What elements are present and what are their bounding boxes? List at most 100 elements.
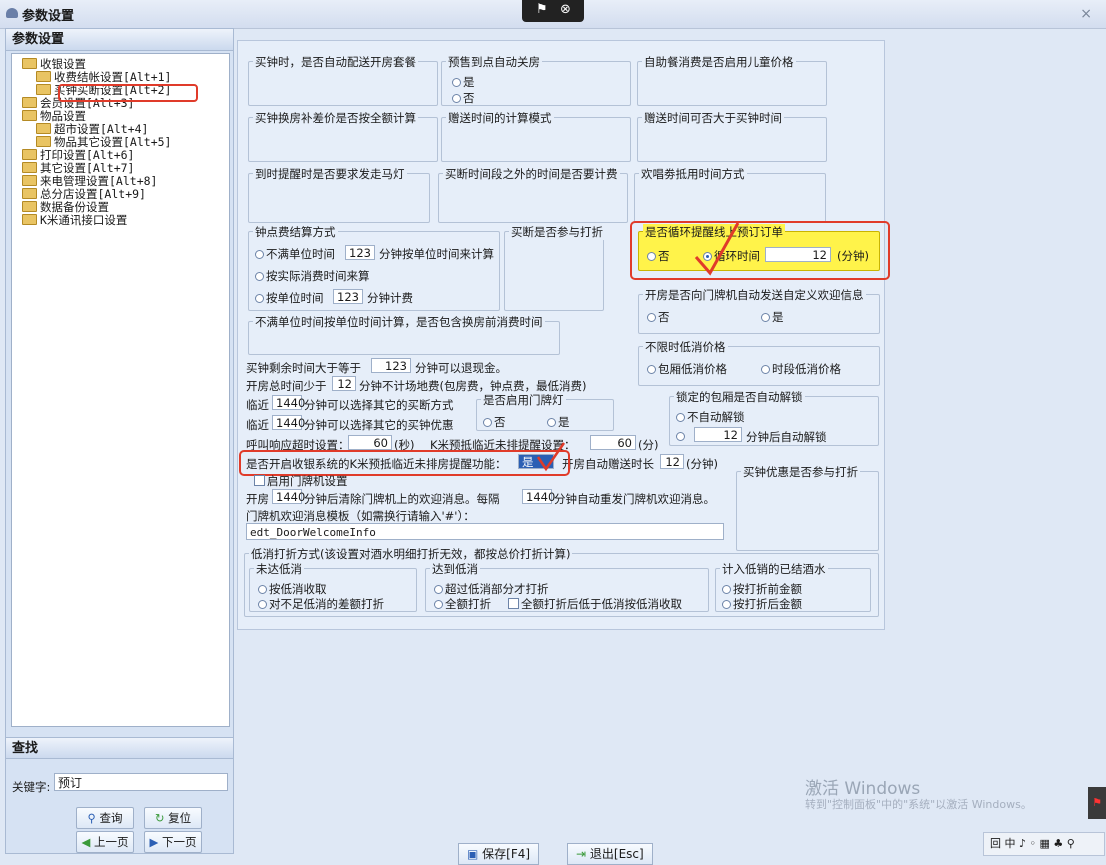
app-icon <box>6 8 18 18</box>
buyclock-near-input[interactable]: 1440 <box>272 415 305 430</box>
doorplate-resend-suffix: 分钟自动重发门牌机欢迎消息。 <box>554 492 715 506</box>
group-discount-mode: 低消打折方式(该设置对酒水明细打折无效，都按总价打折计算) 未达低消 按低消收取… <box>244 546 879 617</box>
radio-after-discount[interactable]: 按打折后金额 <box>722 596 802 612</box>
kmi-remind-input[interactable]: 60 <box>590 435 636 450</box>
save-icon: ▣ <box>467 847 479 861</box>
doorplate-clear-label: 开房 <box>246 492 269 506</box>
exit-button[interactable]: ⇥ 退出[Esc] <box>567 843 653 865</box>
settings-tree[interactable]: 收银设置 收费结帐设置[Alt+1] 买钟买断设置[Alt+2] 会员设置[Al… <box>11 53 230 727</box>
gift-duration-input[interactable]: 12 <box>660 454 684 469</box>
welcome-template-label: 门牌机欢迎消息模板（如需换行请输入'#'）： <box>246 509 475 523</box>
refresh-icon: ↻ <box>154 811 165 825</box>
buyout-near-label: 临近 <box>246 398 269 412</box>
recording-widget[interactable]: ⚑ ⊗ <box>522 0 584 22</box>
arrow-right-icon: ▶ <box>149 835 159 849</box>
query-button[interactable]: ⚲ 查询 <box>76 807 134 829</box>
stop-icon[interactable]: ⊗ <box>560 2 571 17</box>
radio-hour-fee-3[interactable]: 按单位时间 <box>255 290 324 306</box>
folder-icon <box>22 149 37 160</box>
radio-welcome-yes[interactable]: 是 <box>761 309 784 325</box>
group-hour-fee: 钟点费结算方式 不满单位时间 123 分钟按单位时间来计算 按实际消费时间来算 … <box>248 224 500 311</box>
group-auto-package: 买钟时，是否自动配送开房套餐 <box>248 54 438 106</box>
folder-icon <box>22 175 37 186</box>
radio-period-min-price[interactable]: 时段低消价格 <box>761 361 841 377</box>
radio-room-min-price[interactable]: 包厢低消价格 <box>647 361 727 377</box>
group-min-price: 不限时低消价格 包厢低消价格 时段低消价格 <box>638 339 880 386</box>
prev-page-button[interactable]: ◀ 上一页 <box>76 831 134 853</box>
doorplate-resend-input[interactable]: 1440 <box>522 489 555 504</box>
group-doorplate-welcome: 开房是否向门牌机自动发送自定义欢迎信息 否 是 <box>638 287 880 334</box>
gift-duration-label: 开房自动赠送时长 <box>562 457 654 471</box>
search-icon: ⚲ <box>87 811 96 825</box>
group-presale-close: 预售到点自动关房 是 否 <box>441 54 631 106</box>
flag-icon[interactable]: ⚑ <box>536 2 548 17</box>
next-page-button[interactable]: ▶ 下一页 <box>144 831 202 853</box>
radio-discount-diff[interactable]: 对不足低消的差额打折 <box>258 596 384 612</box>
folder-icon <box>22 214 37 225</box>
hour-fee-unit-input[interactable]: 123 <box>345 245 375 260</box>
radio-yes[interactable]: 是 <box>452 74 475 90</box>
buyout-near-suffix: 分钟可以选择其它的买断方式 <box>304 398 454 412</box>
flag-icon-side[interactable]: ⚑ <box>1088 787 1106 819</box>
radio-door-light-no[interactable]: 否 <box>483 414 506 430</box>
folder-icon <box>22 110 37 121</box>
exit-icon: ⇥ <box>576 847 587 861</box>
group-gift-time-mode: 赠送时间的计算模式 <box>441 110 631 162</box>
radio-no-unlock[interactable]: 不自动解锁 <box>676 409 745 425</box>
buyout-near-input[interactable]: 1440 <box>272 395 305 410</box>
full-discount-min-checkbox[interactable]: 全额打折后低于低消按低消收取 <box>508 596 682 612</box>
left-panel: 参数设置 收银设置 收费结帐设置[Alt+1] 买钟买断设置[Alt+2] 会员… <box>5 28 234 854</box>
refund-minutes-input[interactable]: 123 <box>371 358 411 373</box>
settings-panel: 买钟时，是否自动配送开房套餐 预售到点自动关房 是 否 自助餐消费是否启用儿童价… <box>237 40 890 630</box>
min-open-input[interactable]: 12 <box>332 376 356 391</box>
annotation-box-reservation <box>630 221 890 280</box>
folder-icon <box>22 58 37 69</box>
hour-fee-3-suffix: 分钟计费 <box>367 291 413 305</box>
folder-icon <box>36 84 51 95</box>
enable-doorplate-checkbox[interactable]: 启用门牌机设置 <box>254 473 348 489</box>
group-door-light: 是否启用门牌灯 否 是 <box>476 392 614 431</box>
ime-taskbar[interactable]: 回 中 ♪ ◦ ▦ ♣ ⚲ <box>983 832 1105 856</box>
group-gift-gt-buy: 赠送时间可否大于买钟时间 <box>637 110 827 162</box>
keyword-label: 关键字: <box>12 780 51 794</box>
radio-charge-min[interactable]: 按低消收取 <box>258 581 327 597</box>
group-outside-period: 买断时间段之外的时间是否要计费 <box>438 166 628 223</box>
activation-watermark-text: 转到"控制面板"中的"系统"以激活 Windows。 <box>805 798 1032 811</box>
window-title: 参数设置 <box>22 9 75 24</box>
folder-icon <box>22 188 37 199</box>
radio-hour-fee-2[interactable]: 按实际消费时间来算 <box>255 268 370 284</box>
group-buyout-discount: 买断是否参与打折 <box>504 224 605 311</box>
reset-button[interactable]: ↻ 复位 <box>144 807 202 829</box>
doorplate-clear-input[interactable]: 1440 <box>272 489 305 504</box>
radio-welcome-no[interactable]: 否 <box>647 309 670 325</box>
search-header: 查找 <box>6 737 233 759</box>
hour-fee-unit-input-2[interactable]: 123 <box>333 289 363 304</box>
radio-auto-unlock[interactable] <box>676 429 687 443</box>
refund-label: 买钟剩余时间大于等于 <box>246 361 361 375</box>
annotation-box-tree <box>58 84 198 102</box>
group-auto-unlock: 锁定的包厢是否自动解锁 不自动解锁 12 分钟后自动解锁 <box>669 389 879 446</box>
radio-over-min-discount[interactable]: 超过低消部分才打折 <box>434 581 549 597</box>
group-buyclock-discount: 买钟优惠是否参与打折 <box>736 464 879 551</box>
call-timeout-input[interactable]: 60 <box>348 435 392 450</box>
close-icon[interactable]: × <box>1080 6 1092 22</box>
group-marquee: 到时提醒时是否要求发走马灯 <box>248 166 430 223</box>
folder-icon <box>36 136 51 147</box>
folder-icon <box>22 162 37 173</box>
kmi-remind-unit: (分) <box>638 438 659 452</box>
folder-icon <box>36 71 51 82</box>
radio-full-discount[interactable]: 全额打折 <box>434 596 491 612</box>
group-room-change: 买钟换房补差价是否按全额计算 <box>248 110 438 162</box>
arrow-left-icon: ◀ <box>81 835 91 849</box>
radio-before-discount[interactable]: 按打折前金额 <box>722 581 802 597</box>
save-button[interactable]: ▣ 保存[F4] <box>458 843 540 865</box>
unlock-minutes-input[interactable]: 12 <box>694 427 742 442</box>
buyclock-near-label: 临近 <box>246 418 269 432</box>
tree-item[interactable]: K米通讯接口设置 <box>22 214 127 227</box>
radio-no[interactable]: 否 <box>452 90 475 106</box>
keyword-input[interactable]: 预订 <box>54 773 228 791</box>
welcome-template-input[interactable]: edt_DoorWelcomeInfo <box>246 523 724 540</box>
radio-hour-fee-1[interactable]: 不满单位时间 <box>255 246 335 262</box>
radio-door-light-yes[interactable]: 是 <box>547 414 570 430</box>
annotation-checkmark-2 <box>536 442 566 472</box>
